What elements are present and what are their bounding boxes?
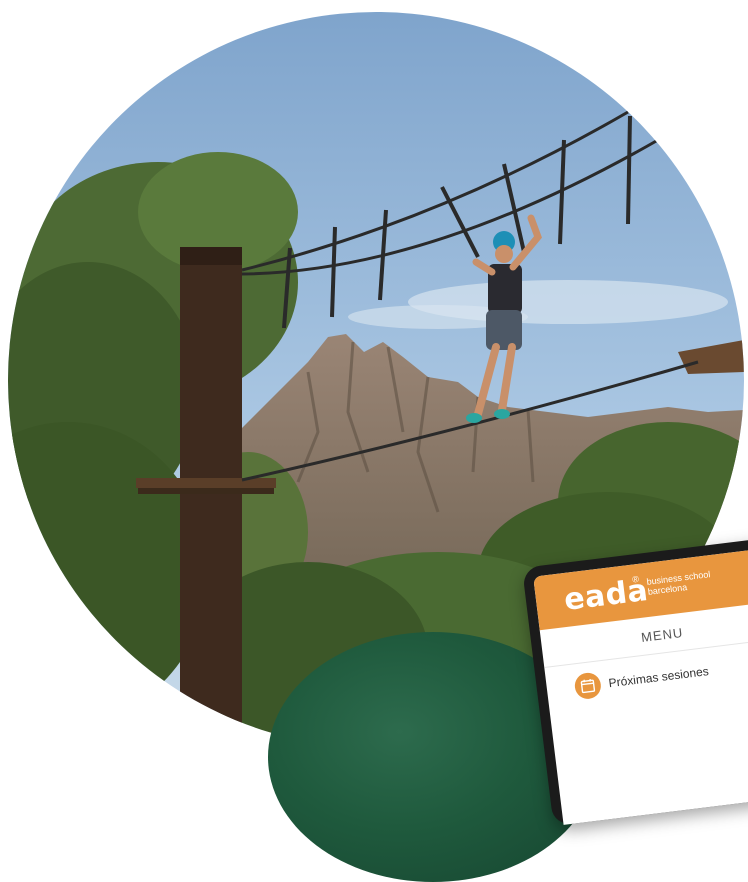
wooden-pole (180, 247, 242, 748)
platform (136, 478, 276, 488)
calendar-icon (573, 671, 602, 700)
tablet-screen: eada ® business school barcelona MENU Pr… (533, 542, 748, 825)
registered-mark: ® (632, 574, 640, 585)
menu-item-label: Próximas sesiones (608, 664, 710, 690)
tablet-device: eada ® business school barcelona MENU Pr… (522, 531, 748, 826)
brand-subtitle: business school barcelona (646, 569, 712, 597)
